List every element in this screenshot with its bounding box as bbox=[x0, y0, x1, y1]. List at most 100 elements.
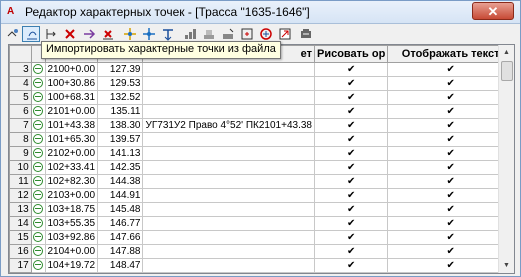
draw-checkbox[interactable]: ✔ bbox=[313, 90, 389, 105]
show-text-checkbox[interactable]: ✔ bbox=[387, 104, 514, 119]
draw-checkbox[interactable]: ✔ bbox=[313, 118, 389, 133]
text-cell[interactable] bbox=[142, 160, 315, 175]
text-cell[interactable] bbox=[142, 104, 315, 119]
add-range-icon[interactable] bbox=[80, 26, 98, 42]
pk-cell[interactable]: 2102+0.00 bbox=[44, 146, 99, 161]
value-cell[interactable]: 139.57 bbox=[97, 132, 144, 147]
pk-cell[interactable]: 103+55.35 bbox=[44, 216, 99, 231]
show-text-checkbox[interactable]: ✔ bbox=[387, 90, 514, 105]
circle-minus-icon[interactable] bbox=[33, 91, 44, 102]
properties-tool-icon[interactable] bbox=[4, 26, 22, 42]
show-text-checkbox[interactable]: ✔ bbox=[387, 188, 514, 203]
show-text-checkbox[interactable]: ✔ bbox=[387, 146, 514, 161]
circle-minus-icon[interactable] bbox=[33, 175, 44, 186]
draw-checkbox[interactable]: ✔ bbox=[313, 230, 389, 245]
text-cell[interactable] bbox=[142, 174, 315, 189]
circle-minus-icon[interactable] bbox=[33, 147, 44, 158]
split-icon[interactable] bbox=[121, 26, 139, 42]
value-cell[interactable]: 149.12 bbox=[97, 272, 144, 273]
scroll-up-icon[interactable]: ▲ bbox=[499, 45, 514, 60]
vertical-scrollbar[interactable]: ▲ ▼ bbox=[498, 45, 514, 273]
draw-checkbox[interactable]: ✔ bbox=[313, 244, 389, 259]
marker-icon[interactable] bbox=[219, 26, 237, 42]
value-cell[interactable]: 135.11 bbox=[97, 104, 144, 119]
insert-point-icon[interactable] bbox=[42, 26, 60, 42]
table-row[interactable]: 9 2102+0.00 141.13 ✔ ✔ bbox=[9, 146, 514, 161]
show-text-checkbox[interactable]: ✔ bbox=[387, 132, 514, 147]
table-row[interactable]: 14 103+55.35 146.77 ✔ ✔ bbox=[9, 216, 514, 231]
scroll-down-icon[interactable]: ▼ bbox=[499, 258, 514, 273]
circle-minus-icon[interactable] bbox=[33, 203, 44, 214]
table-row[interactable]: 17 104+19.72 148.47 ✔ ✔ bbox=[9, 258, 514, 273]
draw-checkbox[interactable]: ✔ bbox=[313, 146, 389, 161]
show-text-checkbox[interactable]: ✔ bbox=[387, 202, 514, 217]
value-cell[interactable]: 129.53 bbox=[97, 76, 144, 91]
text-cell[interactable] bbox=[142, 132, 315, 147]
circle-minus-icon[interactable] bbox=[33, 259, 44, 270]
settings-icon[interactable] bbox=[297, 26, 315, 42]
draw-checkbox[interactable]: ✔ bbox=[313, 216, 389, 231]
table-row[interactable]: 10 102+33.41 142.35 ✔ ✔ bbox=[9, 160, 514, 175]
text-cell[interactable] bbox=[142, 230, 315, 245]
text-cell[interactable]: УГ731У2 Право 4°52' ПК2101+43.38 bbox=[142, 118, 315, 133]
col-header-number[interactable] bbox=[9, 45, 32, 63]
pk-cell[interactable]: 104+48.71 bbox=[44, 272, 99, 273]
show-text-checkbox[interactable]: ✔ bbox=[387, 174, 514, 189]
text-cell[interactable] bbox=[142, 90, 315, 105]
table-row[interactable]: 15 103+92.86 147.66 ✔ ✔ bbox=[9, 230, 514, 245]
pk-cell[interactable]: 2101+0.00 bbox=[44, 104, 99, 119]
show-text-checkbox[interactable]: ✔ bbox=[387, 230, 514, 245]
text-cell[interactable] bbox=[142, 62, 315, 77]
draw-checkbox[interactable]: ✔ bbox=[313, 132, 389, 147]
delete-point-icon[interactable] bbox=[61, 26, 79, 42]
pk-cell[interactable]: 102+82.30 bbox=[44, 174, 99, 189]
pk-cell[interactable]: 2100+0.00 bbox=[44, 62, 99, 77]
text-cell[interactable] bbox=[142, 188, 315, 203]
draw-checkbox[interactable]: ✔ bbox=[313, 160, 389, 175]
table-row[interactable]: 16 2104+0.00 147.88 ✔ ✔ bbox=[9, 244, 514, 259]
move-points-icon[interactable] bbox=[140, 26, 158, 42]
pk-cell[interactable]: 2103+0.00 bbox=[44, 188, 99, 203]
draw-checkbox[interactable]: ✔ bbox=[313, 202, 389, 217]
col-header-show-text[interactable]: Отображать текст bbox=[387, 45, 514, 63]
draw-checkbox[interactable]: ✔ bbox=[313, 104, 389, 119]
value-cell[interactable]: 127.39 bbox=[97, 62, 144, 77]
value-cell[interactable]: 147.88 bbox=[97, 244, 144, 259]
text-cell[interactable] bbox=[142, 146, 315, 161]
value-cell[interactable]: 144.38 bbox=[97, 174, 144, 189]
circle-minus-icon[interactable] bbox=[33, 189, 44, 200]
circle-minus-icon[interactable] bbox=[33, 161, 44, 172]
export-icon[interactable] bbox=[276, 26, 294, 42]
scroll-thumb[interactable] bbox=[501, 61, 513, 81]
show-text-checkbox[interactable]: ✔ bbox=[387, 76, 514, 91]
pk-cell[interactable]: 101+65.30 bbox=[44, 132, 99, 147]
draw-checkbox[interactable]: ✔ bbox=[313, 272, 389, 273]
text-cell[interactable] bbox=[142, 202, 315, 217]
circle-minus-icon[interactable] bbox=[33, 119, 44, 130]
show-text-checkbox[interactable]: ✔ bbox=[387, 62, 514, 77]
import-points-button[interactable] bbox=[22, 26, 40, 42]
table-row[interactable]: 3 2100+0.00 127.39 ✔ ✔ bbox=[9, 62, 514, 77]
pk-cell[interactable]: 102+33.41 bbox=[44, 160, 99, 175]
pk-cell[interactable]: 103+92.86 bbox=[44, 230, 99, 245]
value-cell[interactable]: 132.52 bbox=[97, 90, 144, 105]
draw-checkbox[interactable]: ✔ bbox=[313, 258, 389, 273]
text-cell[interactable] bbox=[142, 272, 315, 273]
circle-minus-icon[interactable] bbox=[33, 217, 44, 228]
value-cell[interactable]: 142.35 bbox=[97, 160, 144, 175]
sort-icon[interactable] bbox=[181, 26, 199, 42]
filter-icon[interactable] bbox=[200, 26, 218, 42]
col-header-draw[interactable]: Рисовать ор bbox=[313, 45, 389, 63]
close-button[interactable]: ✕ bbox=[472, 2, 514, 20]
table-row[interactable]: 8 101+65.30 139.57 ✔ ✔ bbox=[9, 132, 514, 147]
pick-object-icon[interactable] bbox=[238, 26, 256, 42]
text-cell[interactable] bbox=[142, 76, 315, 91]
draw-checkbox[interactable]: ✔ bbox=[313, 76, 389, 91]
value-cell[interactable]: 144.91 bbox=[97, 188, 144, 203]
value-cell[interactable]: 146.77 bbox=[97, 216, 144, 231]
title-bar[interactable]: A Редактор характерных точек - [Трасса "… bbox=[1, 1, 520, 24]
pk-cell[interactable]: 100+68.31 bbox=[44, 90, 99, 105]
pk-cell[interactable]: 100+30.86 bbox=[44, 76, 99, 91]
circle-minus-icon[interactable] bbox=[33, 77, 44, 88]
text-cell[interactable] bbox=[142, 258, 315, 273]
